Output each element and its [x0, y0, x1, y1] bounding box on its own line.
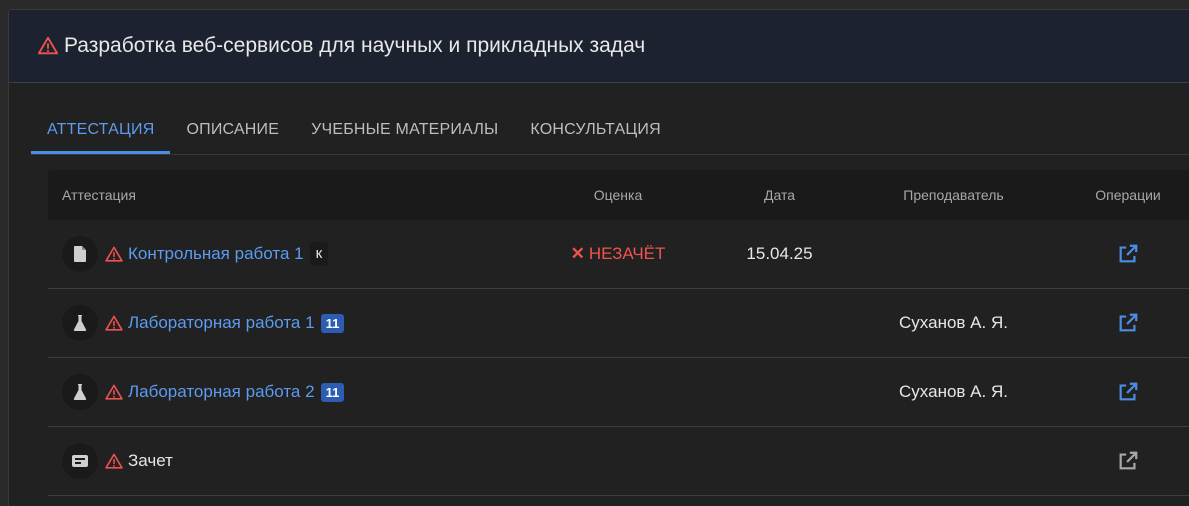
grade-value: НЕЗАЧЁТ: [588, 244, 666, 263]
course-header: Разработка веб-сервисов для научных и пр…: [9, 10, 1189, 83]
open-external-icon[interactable]: [1117, 450, 1139, 472]
tab-consultation[interactable]: КОНСУЛЬТАЦИЯ: [514, 108, 676, 152]
course-title: Разработка веб-сервисов для научных и пр…: [64, 34, 646, 57]
open-external-icon[interactable]: [1117, 381, 1139, 403]
flask-icon: [62, 374, 98, 410]
warning-icon: [105, 384, 123, 400]
column-header-grade: Оценка: [593, 187, 643, 203]
table-header: Аттестация Оценка Дата Преподаватель Опе…: [48, 170, 1189, 220]
tab-description[interactable]: ОПИСАНИЕ: [170, 108, 295, 152]
tab-materials[interactable]: УЧЕБНЫЕ МАТЕРИАЛЫ: [295, 108, 514, 152]
document-icon: [62, 236, 98, 272]
column-header-operations: Операции: [1095, 187, 1161, 203]
attestation-name: Зачет: [128, 451, 173, 470]
credit-card-icon: [62, 443, 98, 479]
attestation-table: Аттестация Оценка Дата Преподаватель Опе…: [48, 170, 1189, 496]
grade-fail: ✕ НЕЗАЧЁТ: [571, 244, 666, 264]
attestation-link[interactable]: Лабораторная работа 1: [128, 313, 315, 333]
table-row: Контрольная работа 1 к ✕ НЕЗАЧЁТ 15.04.2…: [48, 220, 1189, 289]
type-badge: к: [309, 242, 329, 266]
tab-attestation[interactable]: АТТЕСТАЦИЯ: [31, 108, 171, 154]
open-external-icon[interactable]: [1117, 312, 1139, 334]
date-value: 15.04.25: [746, 244, 813, 263]
warning-icon: [105, 246, 123, 262]
table-row: Лабораторная работа 2 11 Суханов А. Я.: [48, 358, 1189, 427]
warning-icon: [105, 315, 123, 331]
tab-bar: АТТЕСТАЦИЯ ОПИСАНИЕ УЧЕБНЫЕ МАТЕРИАЛЫ КО…: [31, 108, 1189, 155]
attestation-link[interactable]: Лабораторная работа 2: [128, 382, 315, 402]
table-row: Лабораторная работа 1 11 Суханов А. Я.: [48, 289, 1189, 358]
warning-icon: [105, 453, 123, 469]
attestation-link[interactable]: Контрольная работа 1: [128, 244, 304, 264]
warning-icon: [37, 36, 59, 55]
column-header-date: Дата: [763, 187, 795, 203]
open-external-icon[interactable]: [1117, 243, 1139, 265]
table-row: Зачет: [48, 427, 1189, 496]
teacher-name: Суханов А. Я.: [899, 382, 1008, 401]
column-header-teacher: Преподаватель: [903, 187, 1004, 203]
count-badge: 11: [320, 382, 345, 402]
column-header-attestation: Аттестация: [62, 187, 136, 203]
count-badge: 11: [320, 313, 345, 333]
flask-icon: [62, 305, 98, 341]
close-icon: ✕: [570, 244, 585, 263]
course-card: Разработка веб-сервисов для научных и пр…: [8, 9, 1189, 506]
teacher-name: Суханов А. Я.: [899, 313, 1008, 332]
